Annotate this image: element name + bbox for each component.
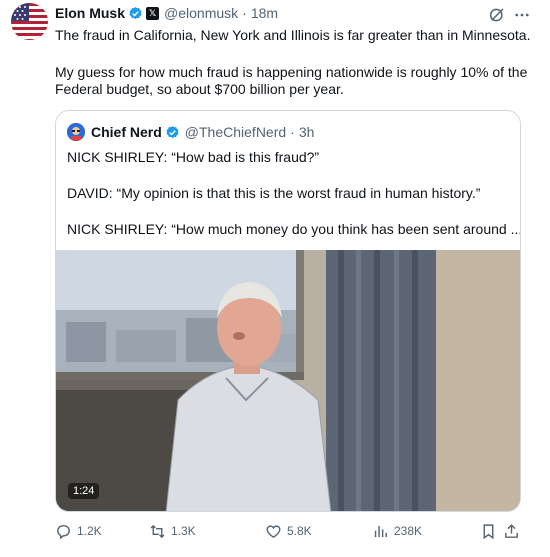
quoted-tweet[interactable]: Chief Nerd @TheChiefNerd · 3h NICK SHIRL… bbox=[55, 110, 521, 512]
quote-author-handle[interactable]: @TheChiefNerd bbox=[185, 124, 286, 140]
share-button[interactable] bbox=[503, 520, 520, 542]
video-player[interactable]: 1:24 bbox=[56, 250, 520, 511]
like-count: 5.8K bbox=[287, 524, 312, 538]
tweet-text-line: The fraud in California, New York and Il… bbox=[55, 27, 531, 43]
separator-dot: · bbox=[242, 5, 247, 21]
views-icon bbox=[374, 525, 387, 537]
bookmark-icon bbox=[483, 523, 494, 539]
quote-timestamp[interactable]: 3h bbox=[299, 124, 315, 140]
action-bar: 1.2K 1.3K 5.8K 238K bbox=[55, 520, 525, 542]
quote-author-name[interactable]: Chief Nerd bbox=[91, 124, 162, 140]
repost-count: 1.3K bbox=[171, 524, 196, 538]
quote-header: Chief Nerd @TheChiefNerd · 3h bbox=[67, 122, 314, 142]
repost-icon bbox=[150, 524, 165, 538]
share-icon bbox=[505, 523, 518, 538]
author-name[interactable]: Elon Musk bbox=[55, 5, 125, 21]
verified-badge-icon bbox=[165, 125, 180, 140]
x-logo-icon: 𝕏 bbox=[146, 6, 160, 20]
tweet[interactable]: Elon Musk 𝕏 @elonmusk · 18m The fraud in… bbox=[0, 0, 550, 557]
timestamp[interactable]: 18m bbox=[251, 5, 278, 21]
quote-text-line: NICK SHIRLEY: “How bad is this fraud?” bbox=[67, 149, 320, 165]
reply-icon bbox=[57, 524, 70, 539]
separator-dot: · bbox=[290, 124, 295, 140]
reply-count: 1.2K bbox=[77, 524, 102, 538]
quote-avatar bbox=[67, 123, 85, 141]
like-button[interactable]: 5.8K bbox=[265, 520, 312, 542]
repost-button[interactable]: 1.3K bbox=[149, 520, 196, 542]
more-icon[interactable] bbox=[513, 6, 531, 24]
quote-text-line: NICK SHIRLEY: “How much money do you thi… bbox=[67, 221, 521, 237]
quote-text-line: DAVID: “My opinion is that this is the w… bbox=[67, 185, 481, 201]
views-button[interactable]: 238K bbox=[372, 520, 422, 542]
grok-icon[interactable] bbox=[488, 6, 506, 24]
tweet-header: Elon Musk 𝕏 @elonmusk · 18m bbox=[55, 3, 278, 23]
tweet-text-line: My guess for how much fraud is happening… bbox=[55, 64, 528, 80]
author-handle[interactable]: @elonmusk bbox=[164, 5, 238, 21]
bookmark-button[interactable] bbox=[480, 520, 497, 542]
views-count: 238K bbox=[394, 524, 423, 538]
tweet-text-line: Federal budget, so about $700 billion pe… bbox=[55, 81, 344, 97]
heart-icon bbox=[266, 525, 281, 538]
verified-badge-icon bbox=[128, 6, 143, 21]
avatar[interactable] bbox=[11, 3, 48, 40]
video-duration: 1:24 bbox=[68, 483, 100, 499]
reply-button[interactable]: 1.2K bbox=[55, 520, 102, 542]
